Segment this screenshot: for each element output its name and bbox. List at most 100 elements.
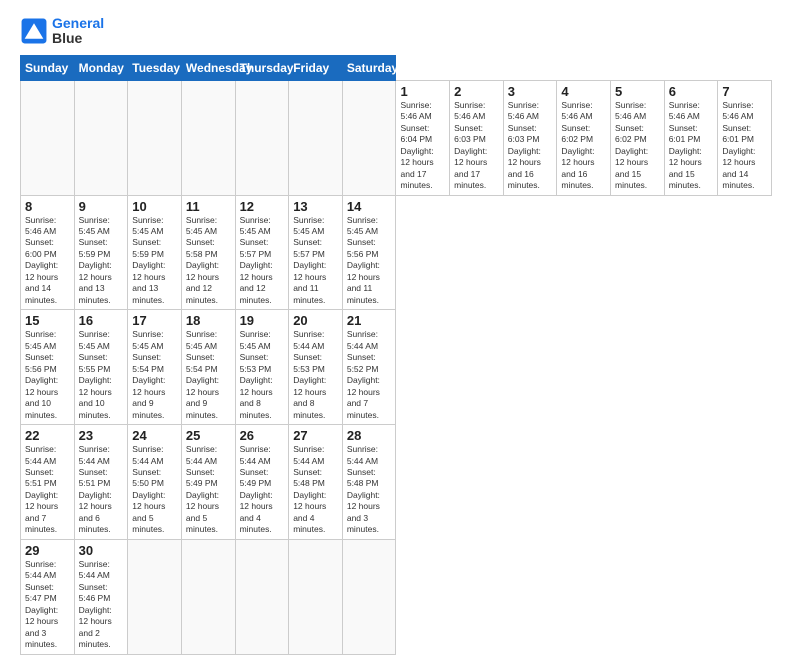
calendar-cell: 4Sunrise: 5:46 AMSunset: 6:02 PMDaylight… <box>557 80 611 195</box>
day-info: Sunrise: 5:45 AMSunset: 5:56 PMDaylight:… <box>25 329 58 419</box>
calendar-cell: 7Sunrise: 5:46 AMSunset: 6:01 PMDaylight… <box>718 80 772 195</box>
calendar-cell: 1Sunrise: 5:46 AMSunset: 6:04 PMDaylight… <box>396 80 450 195</box>
day-number: 3 <box>508 84 553 99</box>
day-info: Sunrise: 5:45 AMSunset: 5:55 PMDaylight:… <box>79 329 112 419</box>
calendar-cell <box>128 539 182 654</box>
calendar-cell: 5Sunrise: 5:46 AMSunset: 6:02 PMDaylight… <box>611 80 665 195</box>
logo-text: GeneralBlue <box>52 16 104 47</box>
day-number: 20 <box>293 313 338 328</box>
day-info: Sunrise: 5:45 AMSunset: 5:56 PMDaylight:… <box>347 215 380 305</box>
calendar-cell: 15Sunrise: 5:45 AMSunset: 5:56 PMDayligh… <box>21 310 75 425</box>
day-number: 12 <box>240 199 285 214</box>
calendar-cell: 14Sunrise: 5:45 AMSunset: 5:56 PMDayligh… <box>342 195 396 310</box>
calendar-cell <box>235 80 289 195</box>
day-number: 24 <box>132 428 177 443</box>
calendar-cell: 23Sunrise: 5:44 AMSunset: 5:51 PMDayligh… <box>74 425 128 540</box>
day-info: Sunrise: 5:45 AMSunset: 5:53 PMDaylight:… <box>240 329 273 419</box>
day-number: 19 <box>240 313 285 328</box>
day-info: Sunrise: 5:45 AMSunset: 5:58 PMDaylight:… <box>186 215 219 305</box>
day-info: Sunrise: 5:44 AMSunset: 5:53 PMDaylight:… <box>293 329 326 419</box>
calendar-cell: 27Sunrise: 5:44 AMSunset: 5:48 PMDayligh… <box>289 425 343 540</box>
day-info: Sunrise: 5:44 AMSunset: 5:50 PMDaylight:… <box>132 444 165 534</box>
calendar-cell: 29Sunrise: 5:44 AMSunset: 5:47 PMDayligh… <box>21 539 75 654</box>
calendar-cell: 22Sunrise: 5:44 AMSunset: 5:51 PMDayligh… <box>21 425 75 540</box>
calendar-cell: 8Sunrise: 5:46 AMSunset: 6:00 PMDaylight… <box>21 195 75 310</box>
day-info: Sunrise: 5:44 AMSunset: 5:48 PMDaylight:… <box>347 444 380 534</box>
day-number: 26 <box>240 428 285 443</box>
day-info: Sunrise: 5:46 AMSunset: 6:01 PMDaylight:… <box>669 100 702 190</box>
calendar-cell: 6Sunrise: 5:46 AMSunset: 6:01 PMDaylight… <box>664 80 718 195</box>
day-number: 29 <box>25 543 70 558</box>
day-info: Sunrise: 5:45 AMSunset: 5:57 PMDaylight:… <box>293 215 326 305</box>
day-number: 2 <box>454 84 499 99</box>
calendar-cell: 26Sunrise: 5:44 AMSunset: 5:49 PMDayligh… <box>235 425 289 540</box>
day-number: 14 <box>347 199 392 214</box>
calendar-cell <box>181 80 235 195</box>
day-info: Sunrise: 5:44 AMSunset: 5:46 PMDaylight:… <box>79 559 112 649</box>
weekday-header-friday: Friday <box>289 55 343 80</box>
day-number: 21 <box>347 313 392 328</box>
day-number: 6 <box>669 84 714 99</box>
day-number: 30 <box>79 543 124 558</box>
calendar-cell <box>289 80 343 195</box>
logo-icon <box>20 17 48 45</box>
day-info: Sunrise: 5:44 AMSunset: 5:48 PMDaylight:… <box>293 444 326 534</box>
calendar-cell <box>342 80 396 195</box>
day-info: Sunrise: 5:46 AMSunset: 6:00 PMDaylight:… <box>25 215 58 305</box>
calendar-week-5: 29Sunrise: 5:44 AMSunset: 5:47 PMDayligh… <box>21 539 772 654</box>
calendar-cell: 10Sunrise: 5:45 AMSunset: 5:59 PMDayligh… <box>128 195 182 310</box>
day-info: Sunrise: 5:44 AMSunset: 5:49 PMDaylight:… <box>240 444 273 534</box>
calendar-cell: 17Sunrise: 5:45 AMSunset: 5:54 PMDayligh… <box>128 310 182 425</box>
day-info: Sunrise: 5:45 AMSunset: 5:54 PMDaylight:… <box>186 329 219 419</box>
weekday-header-monday: Monday <box>74 55 128 80</box>
day-number: 18 <box>186 313 231 328</box>
day-number: 8 <box>25 199 70 214</box>
day-number: 17 <box>132 313 177 328</box>
calendar-cell: 18Sunrise: 5:45 AMSunset: 5:54 PMDayligh… <box>181 310 235 425</box>
calendar-cell: 24Sunrise: 5:44 AMSunset: 5:50 PMDayligh… <box>128 425 182 540</box>
calendar-cell <box>289 539 343 654</box>
calendar-cell: 20Sunrise: 5:44 AMSunset: 5:53 PMDayligh… <box>289 310 343 425</box>
day-number: 28 <box>347 428 392 443</box>
calendar-table: SundayMondayTuesdayWednesdayThursdayFrid… <box>20 55 772 655</box>
day-number: 11 <box>186 199 231 214</box>
day-number: 7 <box>722 84 767 99</box>
day-info: Sunrise: 5:44 AMSunset: 5:47 PMDaylight:… <box>25 559 58 649</box>
day-info: Sunrise: 5:44 AMSunset: 5:51 PMDaylight:… <box>25 444 58 534</box>
calendar-week-2: 8Sunrise: 5:46 AMSunset: 6:00 PMDaylight… <box>21 195 772 310</box>
day-number: 22 <box>25 428 70 443</box>
day-info: Sunrise: 5:45 AMSunset: 5:59 PMDaylight:… <box>79 215 112 305</box>
calendar-cell: 25Sunrise: 5:44 AMSunset: 5:49 PMDayligh… <box>181 425 235 540</box>
day-number: 5 <box>615 84 660 99</box>
day-number: 23 <box>79 428 124 443</box>
calendar-cell: 21Sunrise: 5:44 AMSunset: 5:52 PMDayligh… <box>342 310 396 425</box>
day-info: Sunrise: 5:46 AMSunset: 6:04 PMDaylight:… <box>400 100 433 190</box>
day-number: 1 <box>400 84 445 99</box>
calendar-cell <box>181 539 235 654</box>
weekday-header-wednesday: Wednesday <box>181 55 235 80</box>
day-number: 15 <box>25 313 70 328</box>
logo: GeneralBlue <box>20 16 104 47</box>
calendar-cell <box>21 80 75 195</box>
day-number: 4 <box>561 84 606 99</box>
day-info: Sunrise: 5:45 AMSunset: 5:59 PMDaylight:… <box>132 215 165 305</box>
calendar-cell <box>128 80 182 195</box>
day-info: Sunrise: 5:46 AMSunset: 6:03 PMDaylight:… <box>454 100 487 190</box>
calendar-cell: 19Sunrise: 5:45 AMSunset: 5:53 PMDayligh… <box>235 310 289 425</box>
day-info: Sunrise: 5:44 AMSunset: 5:52 PMDaylight:… <box>347 329 380 419</box>
day-number: 10 <box>132 199 177 214</box>
calendar-cell <box>342 539 396 654</box>
day-info: Sunrise: 5:45 AMSunset: 5:54 PMDaylight:… <box>132 329 165 419</box>
calendar-week-4: 22Sunrise: 5:44 AMSunset: 5:51 PMDayligh… <box>21 425 772 540</box>
day-info: Sunrise: 5:44 AMSunset: 5:49 PMDaylight:… <box>186 444 219 534</box>
weekday-header-row: SundayMondayTuesdayWednesdayThursdayFrid… <box>21 55 772 80</box>
weekday-header-thursday: Thursday <box>235 55 289 80</box>
calendar-cell: 28Sunrise: 5:44 AMSunset: 5:48 PMDayligh… <box>342 425 396 540</box>
calendar-cell: 2Sunrise: 5:46 AMSunset: 6:03 PMDaylight… <box>450 80 504 195</box>
calendar-cell <box>235 539 289 654</box>
day-number: 16 <box>79 313 124 328</box>
day-info: Sunrise: 5:46 AMSunset: 6:01 PMDaylight:… <box>722 100 755 190</box>
calendar-cell: 13Sunrise: 5:45 AMSunset: 5:57 PMDayligh… <box>289 195 343 310</box>
calendar-cell: 12Sunrise: 5:45 AMSunset: 5:57 PMDayligh… <box>235 195 289 310</box>
day-info: Sunrise: 5:46 AMSunset: 6:03 PMDaylight:… <box>508 100 541 190</box>
